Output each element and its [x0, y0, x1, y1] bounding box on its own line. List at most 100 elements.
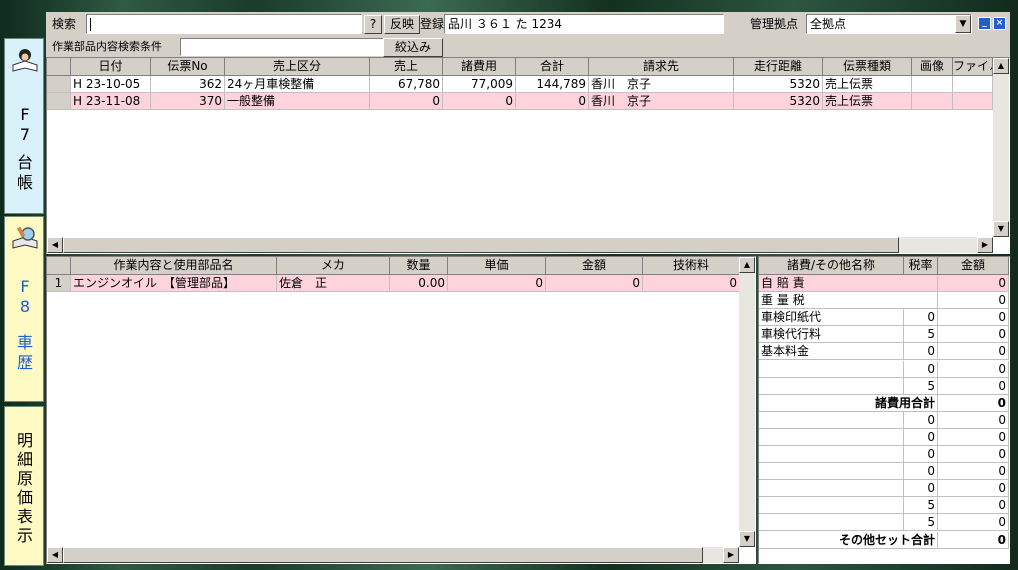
column-header[interactable]: 作業内容と使用部品名	[71, 257, 277, 275]
column-header[interactable]: 合計	[516, 58, 589, 76]
tab-f8-history[interactable]: F 8 車 歴	[4, 216, 44, 402]
cell-expense-name[interactable]: その他セット合計	[759, 531, 938, 549]
cell-billing[interactable]: 香川 京子	[589, 76, 734, 93]
cell-expenses[interactable]: 77,009	[443, 76, 516, 93]
cell-expense-name[interactable]	[759, 411, 904, 429]
scroll-right-icon[interactable]: ▶	[977, 237, 993, 253]
cell-date[interactable]: H 23-11-08	[71, 93, 151, 110]
cell-expense-name[interactable]: 重 量 税	[759, 292, 938, 310]
column-header[interactable]: 日付	[71, 58, 151, 76]
cell-tax-rate[interactable]: 0	[904, 463, 938, 481]
cell-work-content[interactable]: エンジンオイル 【管理部品】	[71, 275, 277, 292]
cell-expense-name[interactable]	[759, 463, 904, 481]
cell-expense-amount[interactable]: 0	[938, 377, 1009, 395]
apply-button[interactable]: 反映	[384, 15, 420, 34]
cell-image[interactable]	[912, 76, 953, 93]
cell-total[interactable]: 144,789	[516, 76, 589, 93]
cell-expense-name[interactable]	[759, 497, 904, 515]
scroll-right-icon[interactable]: ▶	[723, 547, 739, 563]
cell-expenses[interactable]: 0	[443, 93, 516, 110]
cell-expense-name[interactable]	[759, 360, 904, 378]
cell-quantity[interactable]: 0.00	[390, 275, 448, 292]
vertical-scrollbar[interactable]: ▲ ▼	[739, 257, 755, 547]
cell-tax-rate[interactable]: 0	[904, 343, 938, 361]
cell-mileage[interactable]: 5320	[734, 93, 823, 110]
cell-expense-name[interactable]: 車検印紙代	[759, 309, 904, 327]
cell-slip-type[interactable]: 売上伝票	[823, 93, 912, 110]
column-header[interactable]: 諸費/その他名称	[759, 257, 904, 275]
cell-expense-name[interactable]	[759, 377, 904, 395]
row-number[interactable]: 1	[47, 275, 71, 292]
cell-tax-rate[interactable]: 5	[904, 514, 938, 532]
search-input[interactable]	[86, 14, 362, 34]
cell-expense-amount[interactable]: 0	[938, 309, 1009, 327]
cell-expense-name[interactable]: 自 賠 責	[759, 275, 938, 292]
row-selector[interactable]	[47, 93, 71, 110]
cell-slip-no[interactable]: 370	[151, 93, 225, 110]
cell-tax-rate[interactable]: 0	[904, 360, 938, 378]
cell-expense-amount[interactable]: 0	[938, 343, 1009, 361]
column-header[interactable]: 税率	[904, 257, 938, 275]
column-header[interactable]: 数量	[390, 257, 448, 275]
cell-expense-amount[interactable]: 0	[938, 514, 1009, 532]
registration-number-field[interactable]: 品川 ３６１ た 1234	[444, 14, 724, 34]
cell-expense-amount[interactable]: 0	[938, 411, 1009, 429]
cell-file[interactable]	[953, 93, 993, 110]
scroll-down-icon[interactable]: ▼	[739, 531, 755, 547]
filter-button[interactable]: 絞込み	[383, 38, 443, 57]
scroll-left-icon[interactable]: ◀	[47, 237, 63, 253]
cell-amount[interactable]: 0	[546, 275, 643, 292]
row-selector[interactable]	[47, 76, 71, 93]
tab-f7-ledger[interactable]: F 7 台 帳	[4, 38, 44, 214]
cell-tax-rate[interactable]: 0	[904, 480, 938, 498]
scroll-down-icon[interactable]: ▼	[993, 221, 1009, 237]
cell-slip-no[interactable]: 362	[151, 76, 225, 93]
cell-sales[interactable]: 0	[370, 93, 443, 110]
cell-sales-category[interactable]: 24ヶ月車検整備	[225, 76, 370, 93]
cell-total[interactable]: 0	[516, 93, 589, 110]
scroll-up-icon[interactable]: ▲	[993, 58, 1009, 74]
cell-sales[interactable]: 67,780	[370, 76, 443, 93]
column-header[interactable]: 請求先	[589, 58, 734, 76]
cell-expense-name[interactable]: 基本料金	[759, 343, 904, 361]
cell-expense-name[interactable]: 諸費用合計	[759, 394, 938, 412]
column-header[interactable]: 伝票種類	[823, 58, 912, 76]
column-header[interactable]: 伝票No	[151, 58, 225, 76]
cell-expense-amount[interactable]: 0	[938, 326, 1009, 344]
cell-tax-rate[interactable]: 5	[904, 497, 938, 515]
column-header[interactable]: 金額	[938, 257, 1009, 275]
cell-expense-name[interactable]	[759, 514, 904, 532]
cell-expense-amount[interactable]: 0	[938, 480, 1009, 498]
cell-tax-rate[interactable]: 5	[904, 377, 938, 395]
cell-slip-type[interactable]: 売上伝票	[823, 76, 912, 93]
cell-expense-amount[interactable]: 0	[938, 292, 1009, 310]
scroll-left-icon[interactable]: ◀	[47, 547, 63, 563]
column-header[interactable]: 売上	[370, 58, 443, 76]
cell-mechanic[interactable]: 佐倉 正	[277, 275, 390, 292]
column-header[interactable]: 売上区分	[225, 58, 370, 76]
scroll-thumb[interactable]	[63, 547, 703, 563]
cell-expense-amount[interactable]: 0	[938, 394, 1009, 412]
cell-expense-name[interactable]	[759, 446, 904, 463]
cell-expense-name[interactable]	[759, 480, 904, 498]
scroll-up-icon[interactable]: ▲	[739, 257, 755, 273]
cell-billing[interactable]: 香川 京子	[589, 93, 734, 110]
horizontal-scrollbar[interactable]: ◀ ▶	[47, 237, 993, 253]
scroll-thumb[interactable]	[63, 237, 899, 253]
column-header[interactable]: 金額	[546, 257, 643, 275]
chevron-down-icon[interactable]: ▼	[955, 15, 971, 33]
cell-sales-category[interactable]: 一般整備	[225, 93, 370, 110]
cell-tax-rate[interactable]: 0	[904, 411, 938, 429]
cell-expense-amount[interactable]: 0	[938, 531, 1009, 549]
cell-date[interactable]: H 23-10-05	[71, 76, 151, 93]
cell-image[interactable]	[912, 93, 953, 110]
minimize-icon[interactable]: _	[978, 17, 991, 30]
cell-mileage[interactable]: 5320	[734, 76, 823, 93]
cell-tax-rate[interactable]: 0	[904, 428, 938, 446]
horizontal-scrollbar[interactable]: ◀ ▶	[47, 547, 739, 563]
cell-tax-rate[interactable]: 5	[904, 326, 938, 344]
cell-file[interactable]	[953, 76, 993, 93]
help-button[interactable]: ?	[364, 15, 382, 34]
column-header[interactable]: 画像	[912, 58, 953, 76]
column-header[interactable]: ファイル	[953, 58, 993, 76]
